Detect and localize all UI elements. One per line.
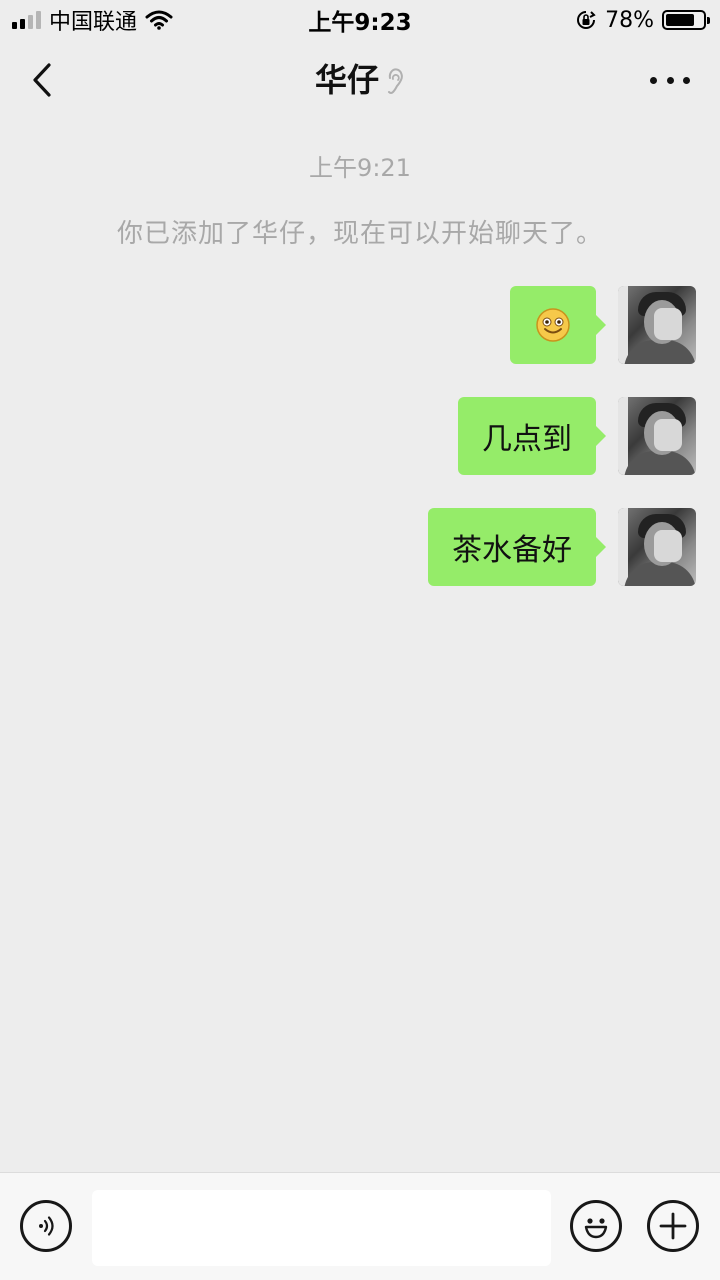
avatar[interactable]: [618, 508, 696, 586]
rotation-lock-icon: [577, 11, 596, 29]
message-bubble[interactable]: 茶水备好: [428, 508, 606, 586]
more-button[interactable]: [650, 70, 690, 90]
plus-icon: [659, 1212, 687, 1240]
system-message: 你已添加了华仔，现在可以开始聊天了。: [116, 219, 603, 249]
chat-timestamp: 上午9:21: [309, 154, 411, 182]
status-left: 中国联通: [12, 4, 173, 36]
message-text: 几点到: [482, 422, 572, 457]
input-bar: [0, 1172, 720, 1280]
battery-fill: [666, 14, 695, 26]
plus-button[interactable]: [647, 1200, 699, 1252]
battery-icon: [662, 10, 710, 30]
message-bubble[interactable]: 几点到: [458, 397, 606, 475]
wifi-icon: [145, 10, 173, 30]
avatar[interactable]: [618, 397, 696, 475]
message-bubble[interactable]: [510, 286, 606, 364]
contact-name: 华仔: [314, 61, 379, 99]
more-dot: [666, 76, 674, 84]
smiley-emoji-icon: [536, 308, 570, 342]
message-row: 几点到: [458, 397, 696, 475]
message-input[interactable]: [92, 1190, 551, 1266]
battery-percent: 78%: [605, 7, 654, 33]
message-row: 茶水备好: [428, 508, 696, 586]
status-right: 78%: [575, 7, 710, 33]
carrier-label: 中国联通: [49, 10, 138, 35]
more-dot: [650, 76, 657, 84]
voice-icon: [39, 1216, 54, 1236]
chat-title: 华仔: [0, 60, 720, 100]
message-row: [510, 286, 696, 364]
more-dot: [683, 76, 690, 84]
emoji-button[interactable]: [570, 1200, 622, 1252]
voice-button[interactable]: [20, 1200, 72, 1252]
message-text: 茶水备好: [452, 533, 572, 568]
avatar[interactable]: [618, 286, 696, 364]
status-bar: 中国联通 上午9:23 78%: [0, 0, 720, 40]
nav-bar: 华仔: [0, 40, 720, 122]
ear-icon: [388, 68, 403, 94]
signal-icon: [12, 11, 41, 29]
emoji-icon: [584, 1218, 608, 1239]
